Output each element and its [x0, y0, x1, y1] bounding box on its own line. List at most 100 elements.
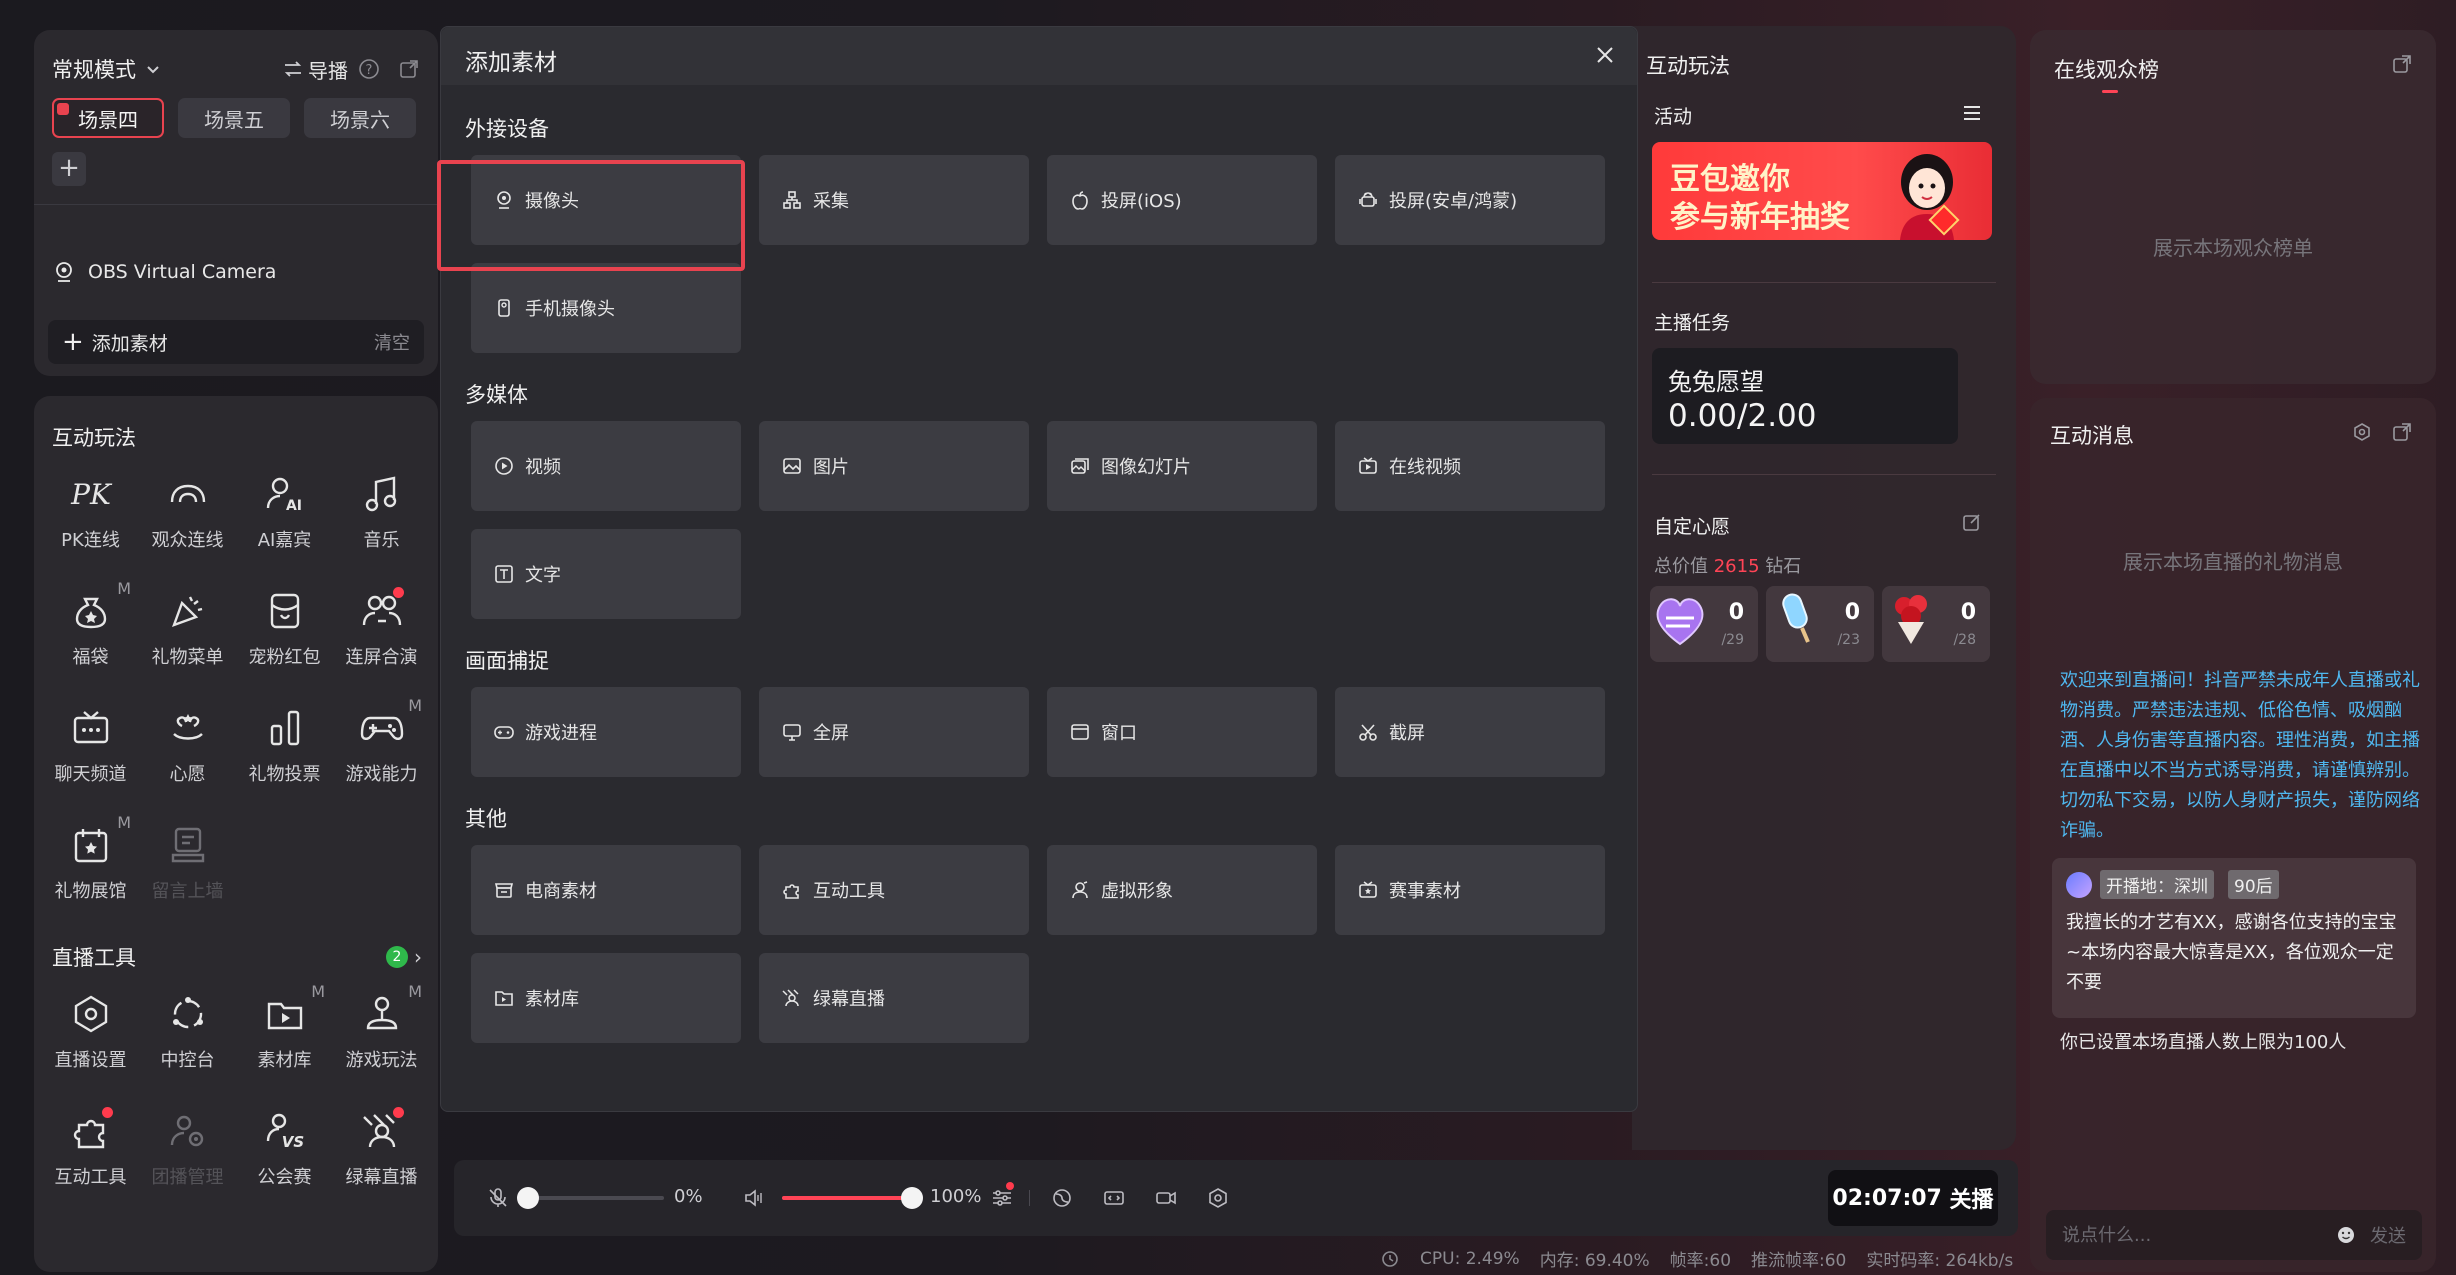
material-cast-android[interactable]: 投屏(安卓/鸿蒙) — [1335, 155, 1605, 245]
monitor-icon — [781, 721, 803, 743]
volume-slider-knob[interactable] — [901, 1187, 923, 1209]
tool-message-wall[interactable]: 留言上墙 — [139, 809, 236, 926]
settings-icon[interactable] — [1204, 1184, 1232, 1212]
chevron-down-icon[interactable] — [144, 60, 162, 78]
tool-live-settings[interactable]: 直播设置 — [42, 978, 139, 1095]
tool-group-manage[interactable]: 团播管理 — [139, 1095, 236, 1212]
emoji-icon[interactable] — [2336, 1225, 2356, 1245]
event-tv-icon — [1357, 879, 1379, 901]
gift-item[interactable]: 0 /28 — [1882, 586, 1990, 662]
add-material-button[interactable]: 添加素材 — [92, 329, 168, 356]
chat-input[interactable] — [2062, 1224, 2336, 1246]
material-game-process[interactable]: 游戏进程 — [471, 687, 741, 777]
settings-icon[interactable] — [2352, 422, 2372, 442]
mic-slider[interactable] — [517, 1187, 664, 1209]
tool-gift-menu[interactable]: 礼物菜单 — [139, 575, 236, 692]
close-icon[interactable] — [1589, 39, 1621, 71]
tool-control-center[interactable]: 中控台 — [139, 978, 236, 1095]
material-interact-tool[interactable]: 互动工具 — [759, 845, 1029, 935]
age-tag: 90后 — [2228, 870, 2279, 899]
source-item[interactable]: OBS Virtual Camera — [52, 260, 276, 284]
live-tools-grid: 直播设置 中控台 M 素材库 M 游戏玩法 互动工具 团播管理 VS 公会赛 绿… — [42, 978, 430, 1212]
volume-slider[interactable] — [782, 1187, 923, 1209]
camera-icon — [52, 260, 76, 284]
scene-tab-5[interactable]: 场景五 — [178, 98, 290, 138]
gift-item[interactable]: 0 /23 — [1766, 586, 1874, 662]
tool-ai-guest[interactable]: AI AI嘉宾 — [236, 458, 333, 575]
tool-material-lib[interactable]: M 素材库 — [236, 978, 333, 1095]
material-library[interactable]: 素材库 — [471, 953, 741, 1043]
tv-play-icon — [1357, 455, 1379, 477]
guide-button[interactable]: 导播 — [308, 55, 348, 84]
add-scene-button[interactable]: + — [52, 152, 86, 186]
window-icon — [1069, 721, 1091, 743]
material-video[interactable]: 视频 — [471, 421, 741, 511]
swap-icon[interactable] — [282, 58, 304, 80]
tool-music[interactable]: 音乐 — [333, 458, 430, 575]
material-image[interactable]: 图片 — [759, 421, 1029, 511]
menu-icon[interactable] — [1962, 104, 1982, 122]
mascot-illustration — [1900, 154, 1960, 240]
help-icon[interactable]: ? — [358, 58, 380, 80]
popout-icon[interactable] — [2392, 54, 2412, 74]
material-capture[interactable]: 采集 — [759, 155, 1029, 245]
scene-tab-4[interactable]: 场景四 — [52, 98, 164, 138]
activity-banner[interactable]: 豆包邀你 参与新年抽奖 — [1652, 142, 1992, 240]
material-slideshow[interactable]: 图像幻灯片 — [1047, 421, 1317, 511]
tool-lucky-bag[interactable]: M 福袋 — [42, 575, 139, 692]
beauty-icon[interactable] — [1048, 1184, 1076, 1212]
monitor-status-icon[interactable] — [1380, 1249, 1400, 1269]
tool-wish[interactable]: 心愿 — [139, 692, 236, 809]
tool-interact-tools[interactable]: 互动工具 — [42, 1095, 139, 1212]
tool-gift-hall[interactable]: M 礼物展馆 — [42, 809, 139, 926]
tool-gift-vote[interactable]: 礼物投票 — [236, 692, 333, 809]
tool-co-perform[interactable]: 连屏合演 — [333, 575, 430, 692]
material-ecommerce[interactable]: 电商素材 — [471, 845, 741, 935]
material-event[interactable]: 赛事素材 — [1335, 845, 1605, 935]
material-avatar[interactable]: 虚拟形象 — [1047, 845, 1317, 935]
send-button[interactable]: 发送 — [2370, 1222, 2406, 1248]
camera-switch-icon[interactable] — [1100, 1184, 1128, 1212]
tool-game-play[interactable]: M 游戏玩法 — [333, 978, 430, 1095]
tab-underline — [2102, 90, 2118, 93]
mode-selector[interactable]: 常规模式 — [52, 54, 136, 84]
live-indicator — [57, 103, 69, 115]
tool-guild-match[interactable]: VS 公会赛 — [236, 1095, 333, 1212]
plus-icon[interactable]: + — [62, 327, 84, 357]
end-live-button[interactable]: 02:07:07 关播 — [1828, 1170, 1998, 1226]
video-camera-icon[interactable] — [1152, 1184, 1180, 1212]
tool-game-ability[interactable]: M 游戏能力 — [333, 692, 430, 809]
edit-icon[interactable] — [1962, 512, 1982, 532]
tool-greenscreen[interactable]: 绿幕直播 — [333, 1095, 430, 1212]
popout-icon[interactable] — [398, 58, 420, 80]
clear-button[interactable]: 清空 — [374, 329, 410, 355]
avatar[interactable] — [2066, 871, 2092, 898]
chevron-right-icon[interactable]: › — [414, 945, 422, 969]
material-cast-ios[interactable]: 投屏(iOS) — [1047, 155, 1317, 245]
material-window[interactable]: 窗口 — [1047, 687, 1317, 777]
interact-section-title: 互动玩法 — [52, 426, 136, 450]
material-greenscreen[interactable]: 绿幕直播 — [759, 953, 1029, 1043]
material-phone-camera[interactable]: 手机摄像头 — [471, 263, 741, 353]
gift-row: 0 /29 0 /23 0 /28 — [1650, 586, 1990, 662]
category-media: 多媒体 — [465, 383, 528, 407]
task-box[interactable]: 兔兔愿望 0.00/2.00 — [1652, 348, 1958, 444]
add-material-bar: + 添加素材 清空 — [48, 320, 424, 364]
material-camera[interactable]: 摄像头 — [471, 155, 741, 245]
material-screenshot[interactable]: 截屏 — [1335, 687, 1605, 777]
tool-audience-link[interactable]: 观众连线 — [139, 458, 236, 575]
mic-off-icon[interactable] — [484, 1184, 512, 1212]
popout-icon[interactable] — [2392, 422, 2412, 442]
speaker-icon[interactable] — [740, 1184, 768, 1212]
tool-fan-redpacket[interactable]: 宠粉红包 — [236, 575, 333, 692]
gift-item[interactable]: 0 /29 — [1650, 586, 1758, 662]
material-online-video[interactable]: 在线视频 — [1335, 421, 1605, 511]
tool-chat-channel[interactable]: 聊天频道 — [42, 692, 139, 809]
material-fullscreen[interactable]: 全屏 — [759, 687, 1029, 777]
mic-slider-knob[interactable] — [517, 1187, 539, 1209]
tool-pk[interactable]: PK PK连线 — [42, 458, 139, 575]
party-popper-icon — [164, 587, 212, 635]
material-text[interactable]: 文字 — [471, 529, 741, 619]
scene-tab-6[interactable]: 场景六 — [304, 98, 416, 138]
message-wall-icon — [164, 821, 212, 869]
